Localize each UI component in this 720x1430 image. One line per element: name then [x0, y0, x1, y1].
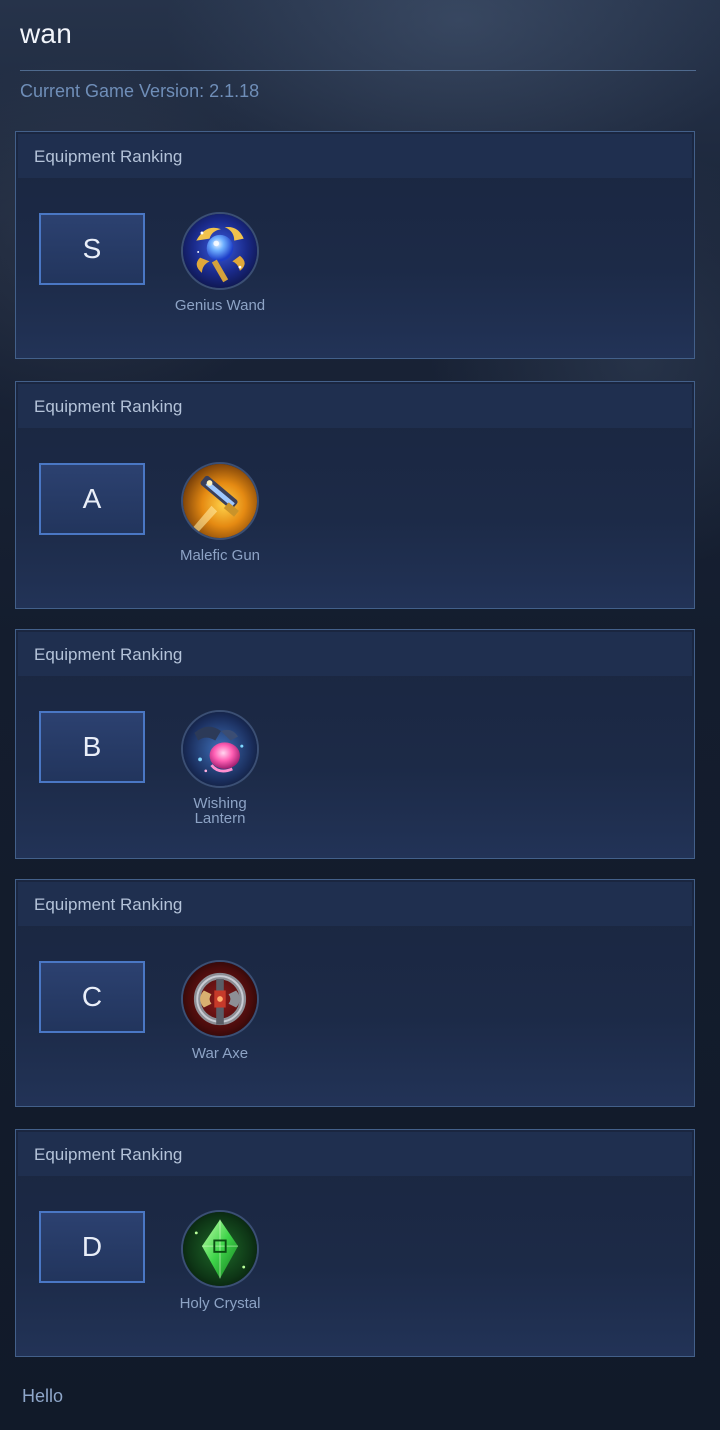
- ranking-panel-d: Equipment Ranking D Holy Crystal: [15, 1129, 695, 1357]
- tier-badge-b: B: [39, 711, 145, 783]
- tier-badge-a: A: [39, 463, 145, 535]
- war-axe-icon[interactable]: [181, 960, 259, 1038]
- equipment-item-genius-wand[interactable]: Genius Wand: [166, 212, 274, 313]
- equipment-name: Wishing Lantern: [193, 795, 247, 827]
- panel-title: Equipment Ranking: [34, 645, 183, 664]
- tier-badge-s: S: [39, 213, 145, 285]
- panel-header: Equipment Ranking: [18, 632, 692, 676]
- equipment-name: Genius Wand: [174, 297, 266, 314]
- ranking-panel-s: Equipment Ranking S Genius Wand: [15, 131, 695, 359]
- equipment-name: Malefic Gun: [179, 547, 261, 564]
- tier-badge-d: D: [39, 1211, 145, 1283]
- panel-header: Equipment Ranking: [18, 384, 692, 428]
- equipment-name: Holy Crystal: [179, 1295, 261, 1312]
- panel-title: Equipment Ranking: [34, 895, 183, 914]
- ranking-panel-a: Equipment Ranking A Malefic Gun: [15, 381, 695, 609]
- equipment-item-wishing-lantern[interactable]: Wishing Lantern: [172, 710, 268, 826]
- panel-header: Equipment Ranking: [18, 134, 692, 178]
- panel-header: Equipment Ranking: [18, 1132, 692, 1176]
- panel-title: Equipment Ranking: [34, 147, 183, 166]
- page: wan Current Game Version: 2.1.18 Equipme…: [0, 0, 720, 1430]
- panel-title: Equipment Ranking: [34, 1145, 183, 1164]
- footer-text: Hello: [22, 1386, 64, 1406]
- game-version-label: Current Game Version: 2.1.18: [20, 81, 260, 101]
- holy-crystal-icon[interactable]: [181, 1210, 259, 1288]
- wishing-lantern-icon[interactable]: [181, 710, 259, 788]
- genius-wand-icon[interactable]: [181, 212, 259, 290]
- ranking-panel-b: Equipment Ranking B Wishing Lantern: [15, 629, 695, 859]
- equipment-item-holy-crystal[interactable]: Holy Crystal: [166, 1210, 274, 1311]
- page-title: wan: [20, 18, 72, 49]
- equipment-item-malefic-gun[interactable]: Malefic Gun: [166, 462, 274, 563]
- panel-title: Equipment Ranking: [34, 397, 183, 416]
- title-divider: [20, 70, 696, 71]
- malefic-gun-icon[interactable]: [181, 462, 259, 540]
- ranking-panel-c: Equipment Ranking C War Axe: [15, 879, 695, 1107]
- tier-badge-c: C: [39, 961, 145, 1033]
- equipment-item-war-axe[interactable]: War Axe: [166, 960, 274, 1061]
- panel-header: Equipment Ranking: [18, 882, 692, 926]
- equipment-name: War Axe: [191, 1045, 249, 1062]
